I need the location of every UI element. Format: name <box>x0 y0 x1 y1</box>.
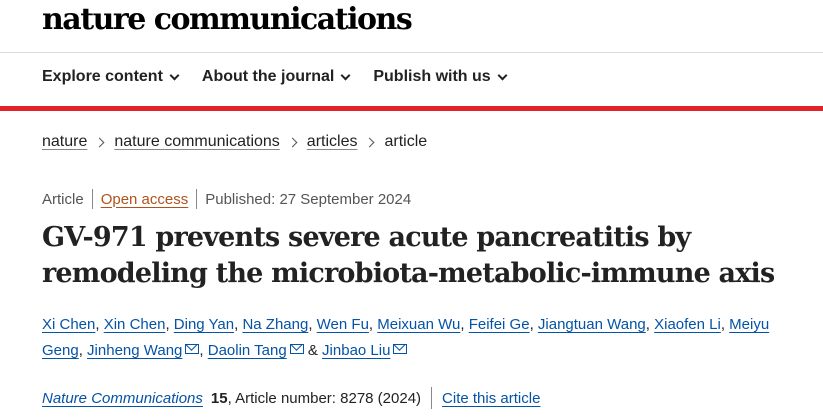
cite-article-link[interactable]: Cite this article <box>442 390 540 407</box>
chevron-right-icon <box>365 137 375 147</box>
nav-publish-with-us[interactable]: Publish with us <box>373 68 508 86</box>
author-link[interactable]: Jinheng Wang <box>87 342 182 359</box>
author-separator: , <box>165 316 170 333</box>
author-separator: , <box>95 316 100 333</box>
chevron-right-icon <box>94 137 105 147</box>
author-link[interactable]: Feifei Ge <box>469 316 530 333</box>
article-title: GV-971 prevents severe acute pancreatiti… <box>42 222 775 289</box>
accent-bar <box>0 106 823 111</box>
author-separator: , <box>368 316 374 333</box>
author-link[interactable]: Ding Yan <box>174 316 234 333</box>
article-type: Article <box>42 190 84 208</box>
nav-about-journal[interactable]: About the journal <box>201 68 351 86</box>
breadcrumb: nature nature communications articles ar… <box>42 133 427 151</box>
author-link[interactable]: Xiaofen Li <box>654 316 721 333</box>
author-separator: , <box>234 316 239 333</box>
journal-logo[interactable]: nature communications <box>42 2 413 37</box>
author-separator: , <box>460 316 465 333</box>
author-list: Xi Chen, Xin Chen, Ding Yan, Na Zhang, W… <box>42 312 812 364</box>
article-meta: Article Open access Published: 27 Septem… <box>42 189 411 209</box>
author-separator: , <box>308 316 313 333</box>
breadcrumb-current: article <box>384 133 428 150</box>
author-conjunction: & <box>307 342 318 359</box>
journal-link[interactable]: Nature Communications <box>42 390 203 407</box>
open-access-link[interactable]: Open access <box>101 191 189 208</box>
chevron-down-icon <box>340 70 351 80</box>
email-icon[interactable] <box>185 344 200 354</box>
nav-label: About the journal <box>201 68 335 85</box>
article-number: , Article number: 8278 (2024) <box>227 389 422 407</box>
breadcrumb-nature[interactable]: nature <box>42 133 87 151</box>
site-header: nature communications Explore content Ab… <box>0 0 823 112</box>
citation-divider <box>431 387 433 409</box>
author-separator: , <box>78 342 83 359</box>
author-link[interactable]: Xi Chen <box>42 316 95 333</box>
breadcrumb-articles[interactable]: articles <box>307 133 358 151</box>
chevron-down-icon <box>169 70 180 80</box>
meta-divider <box>91 189 93 209</box>
author-link[interactable]: Jiangtuan Wang <box>538 316 646 333</box>
main-nav: Explore content About the journal Publis… <box>42 68 508 86</box>
author-link[interactable]: Wen Fu <box>317 316 369 333</box>
author-separator: , <box>199 342 204 359</box>
nav-label: Publish with us <box>373 68 491 85</box>
meta-divider <box>196 189 198 209</box>
author-separator: , <box>720 316 725 333</box>
header-divider <box>0 52 823 53</box>
chevron-right-icon <box>287 137 298 147</box>
citation-line: Nature Communications 15 , Article numbe… <box>42 387 540 409</box>
author-link[interactable]: Na Zhang <box>242 316 308 333</box>
author-link[interactable]: Jinbao Liu <box>322 342 390 359</box>
breadcrumb-nature-communications[interactable]: nature communications <box>114 133 279 151</box>
email-icon[interactable] <box>289 344 304 354</box>
published-date: Published: 27 September 2024 <box>205 190 412 208</box>
author-link[interactable]: Xin Chen <box>104 316 166 333</box>
author-separator: , <box>529 316 534 333</box>
nav-label: Explore content <box>42 68 163 85</box>
author-link[interactable]: Meixuan Wu <box>377 316 460 333</box>
email-icon[interactable] <box>393 344 408 354</box>
author-separator: , <box>645 316 650 333</box>
chevron-down-icon <box>497 70 508 80</box>
author-link[interactable]: Daolin Tang <box>208 342 287 359</box>
volume-number: 15 <box>210 389 228 407</box>
nav-explore-content[interactable]: Explore content <box>42 68 180 86</box>
